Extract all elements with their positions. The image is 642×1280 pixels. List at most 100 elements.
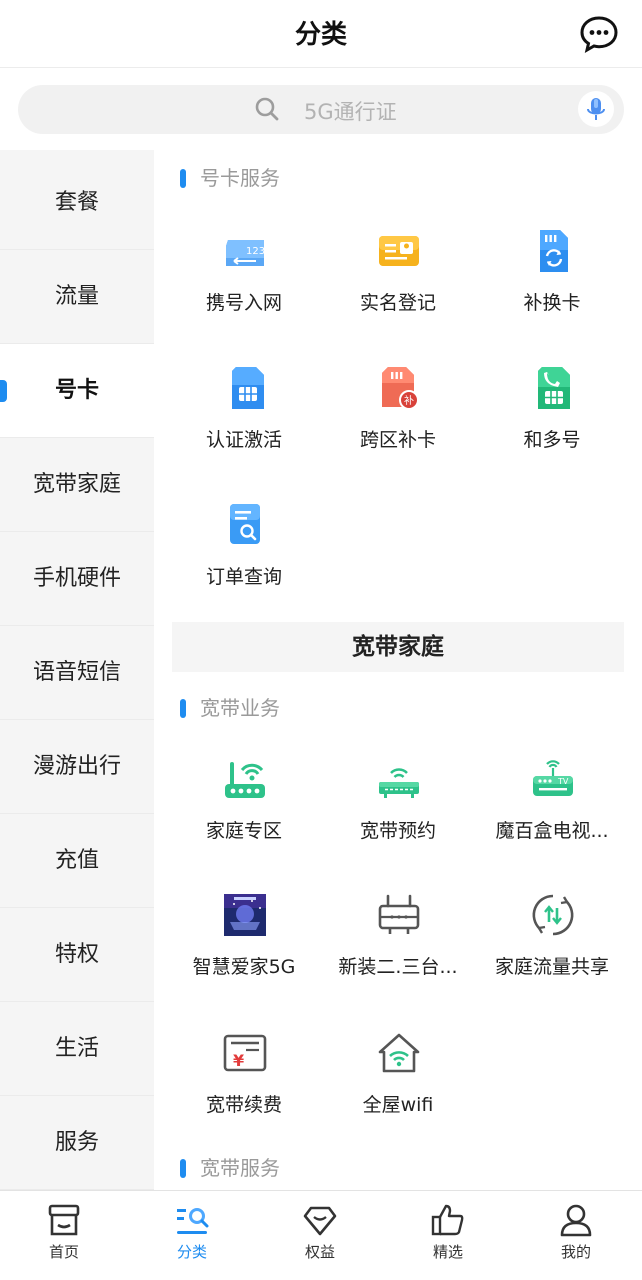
search-placeholder[interactable]: 5G通行证 [304,96,397,126]
tile-label: 和多号 [523,429,581,451]
search-icon [255,97,279,121]
tile-label: 全屋wifi [362,1094,434,1116]
sidebar-item-recharge[interactable]: 充值 [0,814,154,908]
service-tile-multi-number[interactable]: 和多号 [472,365,632,485]
service-tile-smart-home-5g[interactable]: 智慧爱家5G [164,892,324,1012]
tab-label: 首页 [48,1243,79,1261]
search-bar[interactable]: 5G通行证 [18,85,624,134]
sidebar-item-service[interactable]: 服务 [0,1096,154,1190]
home-wifi-icon [378,1033,420,1073]
sidebar-item-life[interactable]: 生活 [0,1002,154,1096]
sidebar-item-roaming[interactable]: 漫游出行 [0,720,154,814]
home-store-icon [48,1204,80,1236]
sidebar-item-label: 充值 [54,848,99,873]
sidebar-item-label: 手机硬件 [32,566,121,591]
sim-multi-number-icon [538,367,570,409]
top-bar: 分类 [0,0,642,68]
service-tile-home-zone[interactable]: 家庭专区 [164,756,324,876]
sidebar-item-label: 生活 [54,1036,99,1061]
diamond-icon [303,1206,337,1236]
sidebar-item-label: 套餐 [54,190,99,215]
service-tile-new-install[interactable]: 新装二.三台... [318,892,478,1012]
sidebar-item-package[interactable]: 套餐 [0,156,154,250]
tab-mine[interactable]: 我的 [512,1191,640,1280]
number-transfer-card-icon: 123 [226,240,265,266]
service-tile-broadband-booking[interactable]: 宽带预约 [318,756,478,876]
category-sidebar: 套餐 流量 号卡 宽带家庭 手机硬件 语音短信 漫游出行 充值 特权 生活 服务 [0,150,154,1190]
tile-label: 家庭流量共享 [494,956,609,978]
service-tile-broadband-renew[interactable]: ¥ 宽带续费 [164,1030,324,1150]
tv-box-icon: TV [533,760,573,796]
tab-benefits[interactable]: 权益 [256,1191,384,1280]
category-search-icon [177,1208,209,1234]
tab-label: 分类 [176,1243,207,1261]
svg-text:¥: ¥ [233,1051,244,1070]
router-icon [225,762,265,798]
service-tile-sim-replace[interactable]: 补换卡 [472,228,632,348]
tile-label: 宽带预约 [359,820,436,842]
category-banner-broadband-home: 宽带家庭 [172,622,624,672]
tab-featured[interactable]: 精选 [384,1191,512,1280]
thumbs-up-icon [431,1204,464,1236]
section-title-broadband-business: 宽带业务 [180,694,280,722]
tile-label: 宽带续费 [205,1094,282,1116]
smart-home-thumbnail-icon [224,894,266,936]
tile-label: 订单查询 [205,566,282,588]
page-title: 分类 [294,20,347,50]
sim-replace-icon [540,230,568,272]
tab-label: 我的 [560,1243,591,1261]
renew-bill-icon: ¥ [223,1034,267,1072]
set-top-box-icon [378,894,420,934]
svg-text:补: 补 [404,394,414,407]
service-tile-tv-box[interactable]: TV 魔百盒电视... [472,756,632,876]
tile-label: 跨区补卡 [359,429,436,451]
sidebar-item-label: 漫游出行 [32,754,121,779]
category-content: 号卡服务 123 携号入网 实名登记 补换卡 认证激活 补 跨区补卡 和多号 订… [154,150,642,1190]
voice-search-button[interactable] [578,91,614,127]
sidebar-item-label: 服务 [54,1130,99,1155]
tile-label: 补换卡 [523,292,581,314]
sidebar-item-broadband-home[interactable]: 宽带家庭 [0,438,154,532]
svg-text:TV: TV [557,777,569,786]
chat-bubble-icon[interactable] [580,15,618,53]
order-search-icon [230,504,260,544]
sim-cross-region-icon: 补 [382,367,419,410]
sidebar-item-label: 特权 [54,942,99,967]
bottom-tab-bar: 首页 分类 权益 精选 我的 [0,1190,642,1280]
data-share-icon [532,894,574,936]
tile-label: 实名登记 [359,292,436,314]
sidebar-item-label: 流量 [54,284,99,309]
sidebar-item-phone-hardware[interactable]: 手机硬件 [0,532,154,626]
tile-label: 家庭专区 [205,820,282,842]
sidebar-item-label: 语音短信 [32,660,121,685]
tile-label: 携号入网 [205,292,282,314]
tab-home[interactable]: 首页 [0,1191,128,1280]
section-title-broadband-service: 宽带服务 [180,1154,280,1182]
service-tile-cross-region[interactable]: 补 跨区补卡 [318,365,478,485]
service-tile-whole-home-wifi[interactable]: 全屋wifi [318,1030,478,1150]
sidebar-item-data[interactable]: 流量 [0,250,154,344]
sidebar-item-privileges[interactable]: 特权 [0,908,154,1002]
svg-text:123: 123 [246,246,265,257]
sim-activate-icon [232,367,264,409]
tab-label: 精选 [432,1243,463,1261]
tile-label: 魔百盒电视... [495,820,609,842]
person-icon [560,1204,592,1237]
tile-label: 认证激活 [205,429,282,451]
sidebar-item-voice-sms[interactable]: 语音短信 [0,626,154,720]
sidebar-item-sim-card[interactable]: 号卡 [0,344,154,438]
tab-label: 权益 [304,1243,335,1261]
service-tile-real-name[interactable]: 实名登记 [318,228,478,348]
tab-category[interactable]: 分类 [128,1191,256,1280]
modem-icon [379,768,419,798]
section-title-card-service: 号卡服务 [180,164,280,192]
id-card-icon [379,236,419,266]
sidebar-item-label: 宽带家庭 [32,472,121,497]
service-tile-number-transfer[interactable]: 123 携号入网 [164,228,324,348]
tile-label: 智慧爱家5G [192,956,296,978]
service-tile-activate[interactable]: 认证激活 [164,365,324,485]
service-tile-order-query[interactable]: 订单查询 [164,502,324,622]
active-indicator [0,380,7,402]
tile-label: 新装二.三台... [338,956,458,978]
service-tile-family-data-share[interactable]: 家庭流量共享 [472,892,632,1012]
